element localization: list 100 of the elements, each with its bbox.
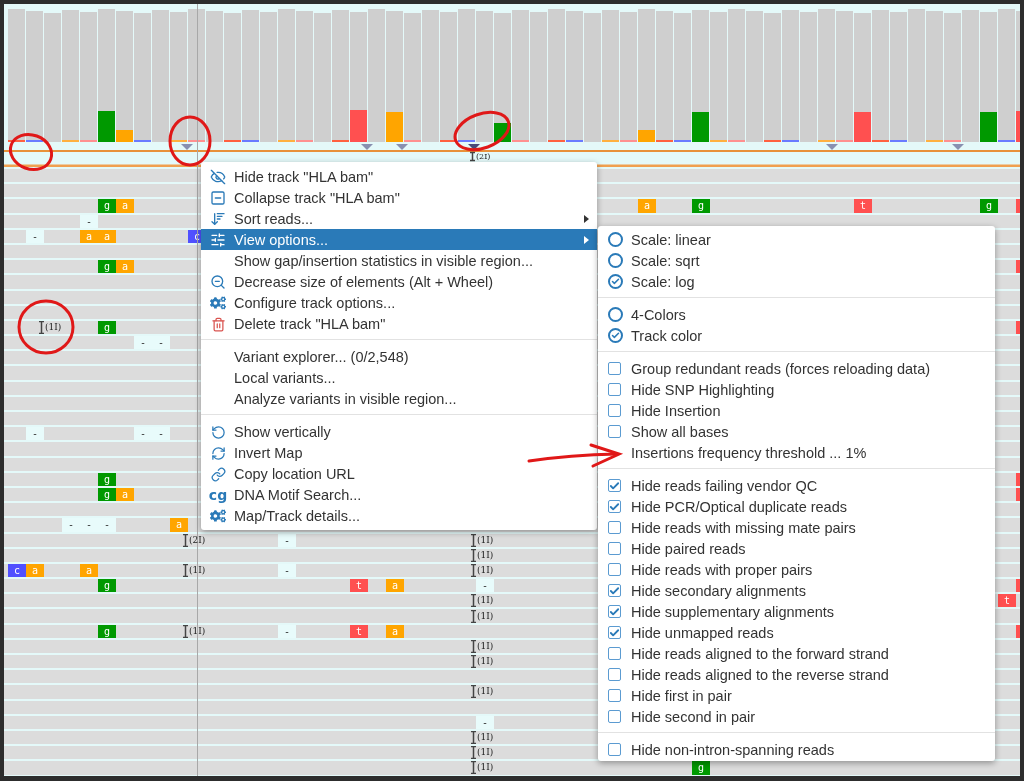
menu-item[interactable]: Insertions frequency threshold ... 1%: [598, 442, 995, 463]
insertion-icon: [471, 685, 476, 699]
checkbox[interactable]: [608, 383, 621, 396]
insertion-count: (1I): [477, 550, 494, 560]
menu-item[interactable]: Delete track "HLA bam": [201, 313, 597, 334]
checkbox[interactable]: [608, 626, 621, 639]
menu-item[interactable]: Map/Track details...: [201, 505, 597, 526]
checkbox[interactable]: [608, 563, 621, 576]
mismatch-base: t: [998, 594, 1016, 608]
checkbox[interactable]: [608, 500, 621, 513]
checkbox[interactable]: [608, 647, 621, 660]
menu-item[interactable]: Hide SNP Highlighting: [598, 379, 995, 400]
menu-item[interactable]: Hide Insertion: [598, 400, 995, 421]
menu-item[interactable]: Invert Map: [201, 442, 597, 463]
zoom-out-icon: [210, 274, 226, 290]
menu-item[interactable]: Group redundant reads (forces reloading data): [598, 358, 995, 379]
menu-item[interactable]: Hide non-intron-spanning reads: [598, 739, 995, 760]
mismatch-base: g: [98, 199, 116, 213]
refresh-icon: [210, 445, 226, 461]
menu-item[interactable]: Scale: sqrt: [598, 250, 995, 271]
menu-item[interactable]: View options...: [201, 229, 597, 250]
menu-item[interactable]: Show all bases: [598, 421, 995, 442]
menu-item[interactable]: Copy location URL: [201, 463, 597, 484]
checkbox[interactable]: [608, 710, 621, 723]
mismatch-base: t: [350, 624, 368, 638]
insertion-count: (1I): [477, 611, 494, 621]
menu-item[interactable]: Hide first in pair: [598, 685, 995, 706]
radio-button[interactable]: [608, 328, 623, 343]
checkbox[interactable]: [608, 668, 621, 681]
deletion-mark: -: [134, 336, 152, 350]
checkbox[interactable]: [608, 425, 621, 438]
menu-item[interactable]: Sort reads...: [201, 208, 597, 229]
menu-item[interactable]: Hide second in pair: [598, 706, 995, 727]
mismatch-base: g: [98, 320, 116, 335]
insertion-count: (1I): [189, 565, 206, 575]
annotation-circle: [453, 110, 511, 152]
menu-item[interactable]: Hide secondary alignments: [598, 580, 995, 601]
mismatch-base: g: [98, 487, 116, 502]
insertion-count: (1I): [477, 733, 494, 743]
menu-item[interactable]: Collapse track "HLA bam": [201, 187, 597, 208]
mismatch-base: a: [638, 199, 656, 213]
menu-item[interactable]: Hide reads with missing mate pairs: [598, 517, 995, 538]
insertion-icon: [39, 320, 44, 334]
menu-item[interactable]: Configure track options...: [201, 292, 597, 313]
mismatch-base: a: [386, 579, 404, 593]
deletion-mark: -: [152, 427, 170, 441]
checkbox[interactable]: [608, 542, 621, 555]
menu-item[interactable]: Local variants...: [201, 367, 597, 388]
menu-item[interactable]: Variant explorer... (0/2,548): [201, 346, 597, 367]
check-icon: [609, 626, 620, 639]
menu-item[interactable]: Hide unmapped reads: [598, 622, 995, 643]
menu-item[interactable]: Hide reads aligned to the forward strand: [598, 643, 995, 664]
menu-item[interactable]: Hide track "HLA bam": [201, 166, 597, 187]
checkbox[interactable]: [608, 743, 621, 756]
checkbox[interactable]: [608, 584, 621, 597]
checkbox[interactable]: [608, 605, 621, 618]
mismatch-base: g: [692, 761, 710, 775]
menu-item[interactable]: Hide reads failing vendor QC: [598, 475, 995, 496]
deletion-mark: -: [80, 518, 98, 532]
menu-item[interactable]: Decrease size of elements (Alt + Wheel): [201, 271, 597, 292]
checkbox[interactable]: [608, 479, 621, 492]
menu-item[interactable]: Hide reads with proper pairs: [598, 559, 995, 580]
mismatch-base: g: [98, 472, 116, 486]
menu-item[interactable]: Hide PCR/Optical duplicate reads: [598, 496, 995, 517]
checkbox[interactable]: [608, 689, 621, 702]
deletion-mark: -: [62, 518, 80, 532]
menu-item[interactable]: Hide paired reads: [598, 538, 995, 559]
checkbox[interactable]: [608, 362, 621, 375]
trash-icon: [210, 316, 226, 332]
insertion-count: (1I): [189, 626, 206, 636]
menu-item[interactable]: Track color: [598, 325, 995, 346]
deletion-mark: -: [80, 214, 98, 228]
mismatch-base: t: [854, 199, 872, 213]
radio-button[interactable]: [608, 232, 623, 247]
menu-item[interactable]: Hide supplementary alignments: [598, 601, 995, 622]
insertion-count: (1I): [477, 763, 494, 773]
menu-item[interactable]: Show vertically: [201, 421, 597, 442]
insertion-count: (2I): [189, 535, 206, 545]
menu-item[interactable]: Show gap/insertion statistics in visible region...: [201, 250, 597, 271]
menu-item[interactable]: Scale: linear: [598, 229, 995, 250]
radio-button[interactable]: [608, 307, 623, 322]
mismatch-base: a: [98, 229, 116, 243]
check-icon: [609, 479, 620, 492]
sliders-icon: [210, 232, 226, 248]
menu-item[interactable]: Scale: log: [598, 271, 995, 292]
mismatch-base: g: [98, 624, 116, 638]
menu-item[interactable]: Hide reads aligned to the reverse strand: [598, 664, 995, 685]
menu-item[interactable]: Analyze variants in visible region...: [201, 388, 597, 409]
insertion-icon: [471, 639, 476, 653]
mismatch-base: a: [80, 229, 98, 243]
deletion-mark: -: [26, 427, 44, 441]
radio-button[interactable]: [608, 274, 623, 289]
deletion-mark: -: [98, 518, 116, 532]
menu-item[interactable]: cg DNA Motif Search...: [201, 484, 597, 505]
link-icon: [210, 466, 226, 482]
checkbox[interactable]: [608, 404, 621, 417]
radio-button[interactable]: [608, 253, 623, 268]
mismatch-base: g: [98, 579, 116, 593]
menu-item[interactable]: 4-Colors: [598, 304, 995, 325]
checkbox[interactable]: [608, 521, 621, 534]
